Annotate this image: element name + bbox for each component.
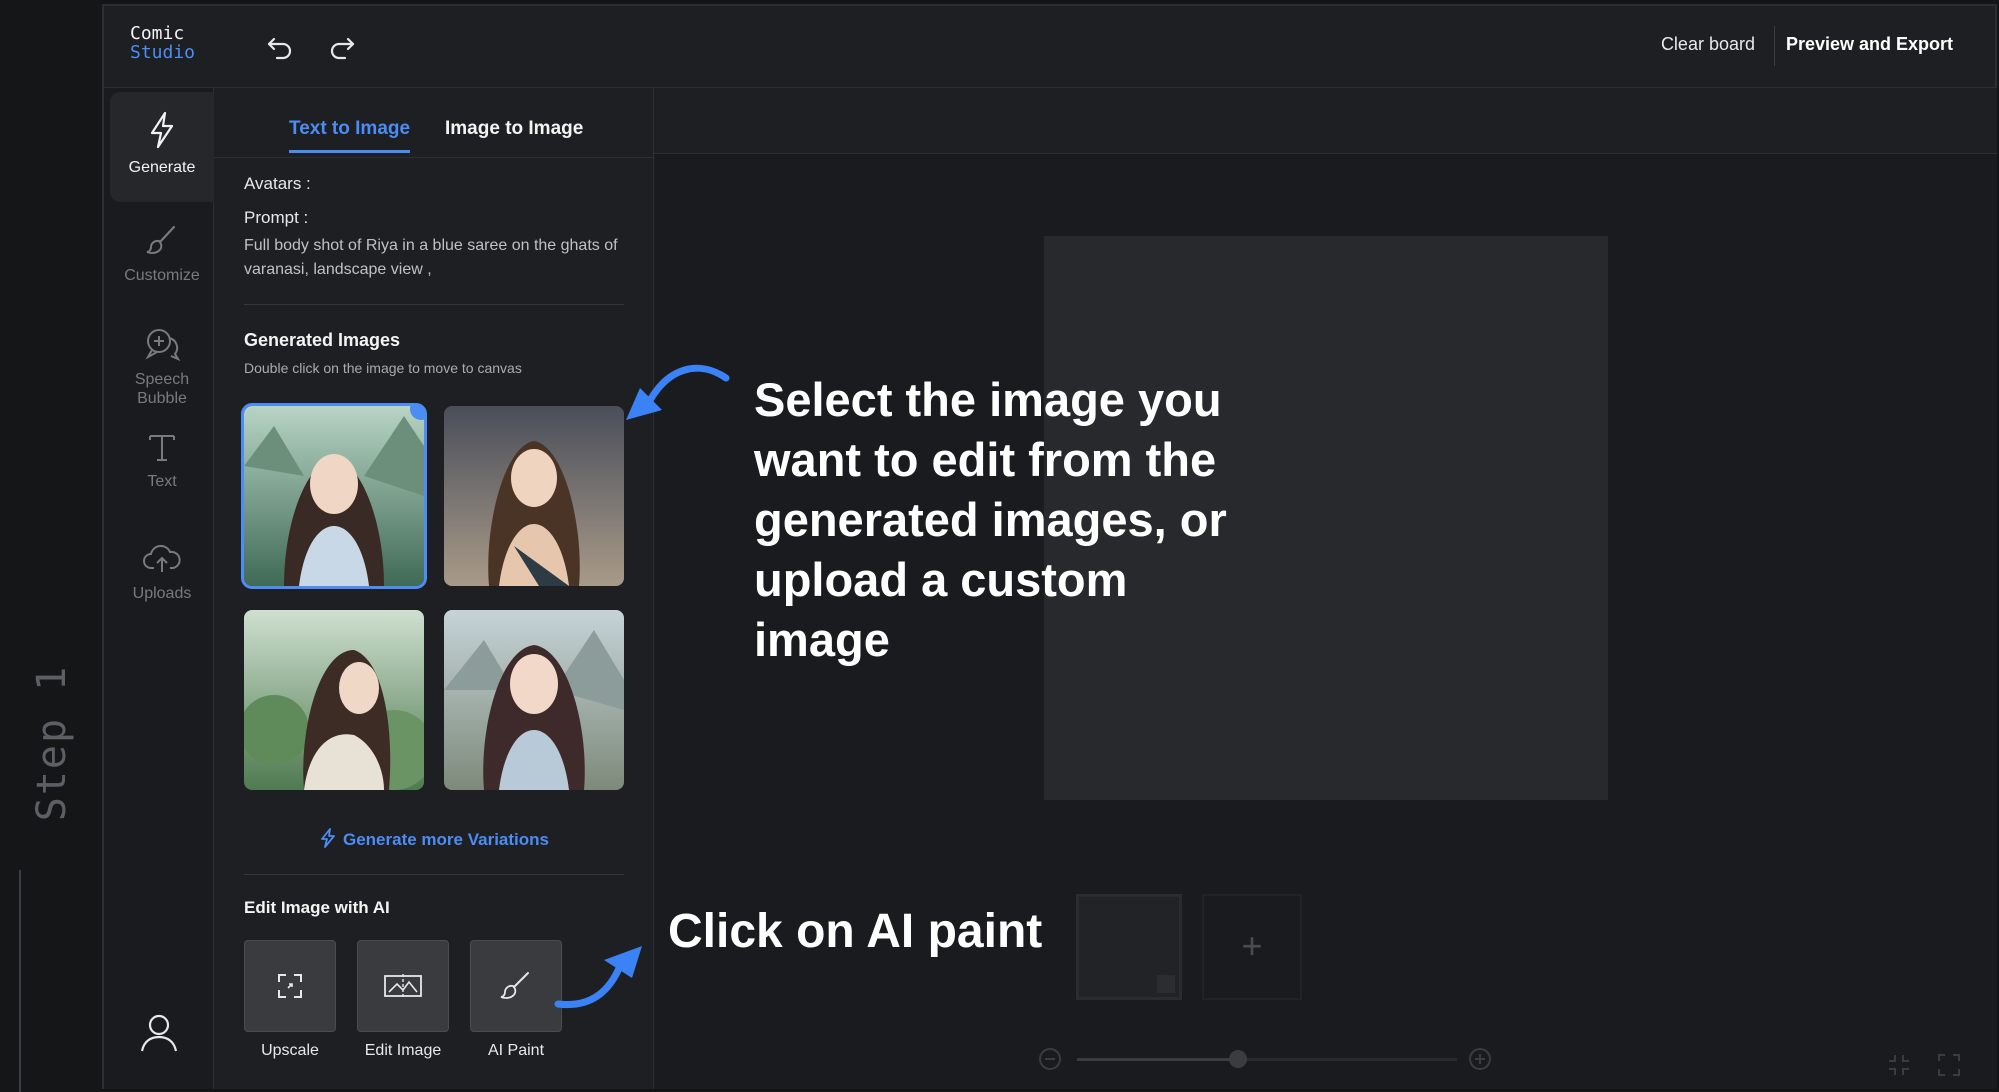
sidebar-item-label: Speech Bubble — [134, 371, 190, 407]
edit-image-icon — [384, 974, 422, 998]
sidebar-item-label: Uploads — [132, 585, 192, 602]
upscale-icon — [278, 974, 302, 998]
step-label: Step 1 — [29, 664, 75, 822]
zoom-out-icon[interactable] — [1037, 1046, 1063, 1072]
anime-woman-image — [444, 406, 624, 586]
undo-icon[interactable] — [264, 30, 296, 62]
clear-board-button[interactable]: Clear board — [1661, 34, 1755, 55]
paint-brush-icon — [500, 972, 529, 999]
page-thumbnail-corner — [1157, 975, 1175, 993]
sidebar-item-customize[interactable]: Customize — [110, 204, 214, 314]
brush-icon — [146, 225, 176, 254]
sidebar-item-label: Text — [147, 473, 177, 490]
text-icon — [149, 435, 175, 461]
tab-image-to-image[interactable]: Image to Image — [445, 118, 583, 150]
panel-tabs: Text to Image Image to Image — [214, 88, 653, 158]
edit-image-title: Edit Image with AI — [244, 898, 390, 917]
logo-line-2: Studio — [130, 42, 196, 63]
prompt-text: Full body shot of Riya in a blue saree o… — [244, 237, 618, 278]
lightning-icon — [150, 111, 174, 149]
divider — [244, 304, 624, 305]
edit-image-label: Edit Image — [364, 1042, 442, 1059]
toolbar-divider — [1774, 26, 1775, 66]
sidebar-item-label: Customize — [124, 267, 200, 284]
edit-image-button[interactable]: Edit Image — [357, 940, 449, 1060]
sidebar-item-text[interactable]: Text — [110, 412, 214, 522]
curved-arrow-icon — [554, 946, 642, 1009]
ai-paint-button[interactable]: AI Paint — [470, 940, 562, 1060]
anime-woman-image — [244, 406, 424, 586]
logo-line-1: Comic — [130, 23, 185, 44]
generate-panel: Text to Image Image to Image Avatars : P… — [214, 88, 728, 1089]
zoom-controls — [1037, 1044, 1491, 1074]
zoom-in-icon[interactable] — [1467, 1046, 1493, 1072]
generated-image-2[interactable] — [444, 406, 624, 586]
upscale-label: Upscale — [261, 1042, 319, 1059]
zoom-slider-fill — [1077, 1058, 1237, 1061]
speech-bubble-icon — [145, 329, 181, 362]
fit-screen-icon[interactable] — [1886, 1052, 1912, 1078]
avatars-label: Avatars : — [244, 174, 311, 193]
step-rail: Step 1 — [0, 0, 102, 1092]
anime-woman-image — [244, 610, 424, 790]
curved-arrow-icon — [626, 364, 730, 420]
sidebar-item-label: Generate — [128, 159, 196, 176]
sidebar-item-generate[interactable]: Generate — [110, 92, 214, 202]
fullscreen-icon[interactable] — [1936, 1052, 1962, 1078]
zoom-slider-handle[interactable] — [1229, 1050, 1247, 1068]
upload-cloud-icon — [143, 544, 181, 572]
redo-icon[interactable] — [326, 30, 358, 62]
generate-more-label: Generate more Variations — [343, 830, 549, 849]
tutorial-callout-ai-paint: Click on AI paint — [668, 905, 1043, 958]
lightning-icon — [321, 828, 335, 848]
generated-images-title: Generated Images — [244, 330, 401, 350]
top-bar: Comic Studio Clear board Preview and Exp… — [104, 6, 1995, 88]
app-logo[interactable]: Comic Studio — [130, 24, 195, 62]
generated-image-3[interactable] — [244, 610, 424, 790]
sidebar-item-uploads[interactable]: Uploads — [110, 524, 214, 634]
preview-export-button[interactable]: Preview and Export — [1786, 34, 1953, 55]
tutorial-callout-select-image: Select the image you want to edit from t… — [754, 373, 1227, 666]
generated-image-4[interactable] — [444, 610, 624, 790]
divider — [244, 874, 624, 875]
upscale-button[interactable]: Upscale — [244, 940, 336, 1060]
prompt-label: Prompt : — [244, 208, 309, 227]
anime-woman-image — [444, 610, 624, 790]
user-profile-icon[interactable] — [138, 1011, 180, 1053]
generated-image-1[interactable] — [241, 403, 427, 589]
tab-text-to-image[interactable]: Text to Image — [289, 118, 411, 153]
generate-more-button[interactable]: Generate more Variations — [214, 828, 654, 850]
sidebar-item-speech-bubble[interactable]: Speech Bubble — [110, 308, 214, 418]
ai-paint-label: AI Paint — [487, 1042, 545, 1059]
canvas-toolbar — [654, 88, 1997, 154]
rail-line — [19, 870, 21, 1092]
left-sidebar: Generate Customize Speech Bubble Text Up… — [104, 88, 214, 1089]
generated-images-hint: Double click on the image to move to can… — [244, 360, 522, 376]
